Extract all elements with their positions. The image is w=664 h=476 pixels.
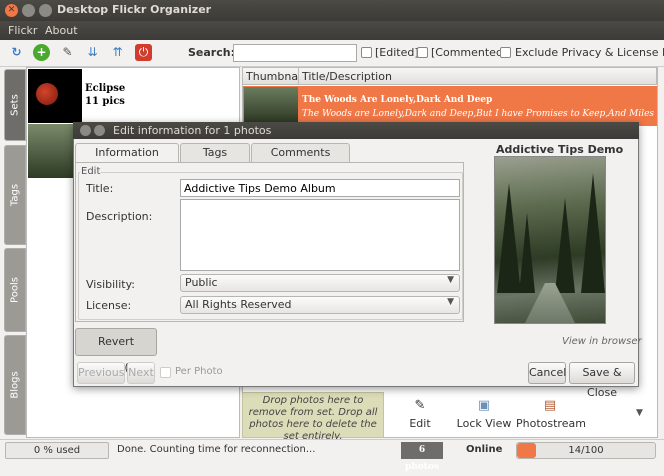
chevron-down-icon: ▼ [447, 275, 454, 285]
tab-pools-label: Pools [9, 277, 21, 303]
progress-text: 14/100 [568, 445, 604, 456]
license-select[interactable]: All Rights Reserved ▼ [180, 296, 460, 314]
revert-photos-button[interactable]: Revert Photo(s) [75, 328, 157, 374]
exclude-privacy-label: Exclude Privacy & License Info [515, 46, 664, 59]
dialog-close-button[interactable] [80, 125, 91, 136]
license-label: License: [86, 299, 132, 312]
view-in-browser-link[interactable]: View in browser [562, 336, 642, 347]
more-tools-arrow-icon[interactable]: ▼ [636, 408, 643, 418]
progress-bar: 14/100 [516, 442, 656, 459]
tab-pools[interactable]: Pools [4, 248, 26, 332]
side-tabs: Sets Tags Pools Blogs [2, 67, 26, 438]
tab-blogs[interactable]: Blogs [4, 335, 26, 435]
photostream-label: Photostream [516, 417, 586, 430]
sort-up-icon[interactable]: ⇈ [109, 44, 126, 61]
window-close-button[interactable]: ✕ [5, 4, 18, 17]
lock-view-icon: ▣ [477, 398, 491, 413]
usage-indicator: 0 % used [5, 442, 109, 459]
tab-blogs-label: Blogs [9, 371, 21, 399]
per-photo-label: Per Photo [175, 366, 223, 377]
license-value: All Rights Reserved [185, 298, 292, 311]
tab-sets-label: Sets [9, 94, 21, 116]
sort-down-icon[interactable]: ⇊ [84, 44, 101, 61]
edited-filter-label: [Edited] [375, 46, 419, 59]
chevron-down-icon: ▼ [447, 297, 454, 307]
connection-status: Online [466, 444, 503, 455]
set-count: 11 pics [85, 96, 125, 107]
drop-zone[interactable]: Drop photos here to remove from set. Dro… [242, 392, 384, 442]
title-label: Title: [86, 182, 114, 195]
edit-pencil-icon: ✎ [414, 398, 426, 413]
previous-button[interactable]: Previous [77, 362, 125, 384]
description-label: Description: [86, 210, 153, 223]
edit-pencil-icon[interactable]: ✎ [59, 44, 76, 61]
edit-tool-label: Edit [409, 417, 431, 430]
cancel-button[interactable]: Cancel [528, 362, 566, 384]
tab-information[interactable]: Information [75, 143, 179, 163]
toolbar: ↻ + ✎ ⇊ ⇈ ⏻ Search: [Edited] [Commented]… [0, 40, 664, 67]
add-icon[interactable]: + [33, 44, 50, 61]
photostream-icon: ▤ [543, 398, 557, 413]
lock-view-label: Lock View [456, 417, 512, 430]
edit-tool-button[interactable]: ✎ Edit [404, 398, 436, 430]
tab-sets[interactable]: Sets [4, 69, 26, 141]
visibility-select[interactable]: Public ▼ [180, 274, 460, 292]
search-input[interactable] [233, 44, 357, 62]
tab-tags[interactable]: Tags [4, 145, 26, 245]
photo-preview [494, 156, 606, 324]
visibility-label: Visibility: [86, 278, 136, 291]
tab-tags-label: Tags [9, 183, 21, 207]
tab-tags-dialog[interactable]: Tags [180, 143, 250, 162]
photo-count-badge: 6 photos [401, 442, 443, 472]
set-name[interactable]: Eclipse [85, 83, 125, 94]
column-header-thumbnail[interactable]: Thumbnail [243, 68, 304, 85]
exclude-privacy-checkbox[interactable] [500, 47, 511, 58]
menu-flickr[interactable]: Flickr [8, 24, 37, 37]
eclipse-image [36, 83, 58, 105]
row-description: The Woods are Lonely,Dark and Deep,But I… [302, 109, 656, 119]
status-message: Done. Counting time for reconnection... [117, 444, 316, 455]
edited-filter-checkbox[interactable] [361, 47, 372, 58]
window-title: Desktop Flickr Organizer [57, 3, 212, 16]
edit-frame-label: Edit [80, 166, 102, 177]
refresh-icon[interactable]: ↻ [8, 44, 25, 61]
set-thumbnail-eclipse[interactable] [28, 69, 82, 123]
dialog-title: Edit information for 1 photos [113, 124, 272, 137]
menu-about[interactable]: About [45, 24, 78, 37]
visibility-value: Public [185, 276, 218, 289]
title-input[interactable] [180, 179, 460, 197]
photostream-button[interactable]: ▤ Photostream [516, 398, 586, 430]
quit-icon[interactable]: ⏻ [135, 44, 152, 61]
table-row-selected[interactable] [243, 86, 657, 126]
dialog-minimize-button[interactable] [94, 125, 105, 136]
tab-comments[interactable]: Comments [251, 143, 350, 162]
commented-filter-label: [Commented] [431, 46, 508, 59]
column-header-title[interactable]: Title/Description [299, 68, 657, 85]
per-photo-checkbox[interactable] [160, 367, 171, 378]
commented-filter-checkbox[interactable] [417, 47, 428, 58]
window-minimize-button[interactable] [22, 4, 35, 17]
lock-view-button[interactable]: ▣ Lock View [456, 398, 512, 430]
menu-bar: Flickr About [0, 21, 664, 40]
save-close-button[interactable]: Save & Close [569, 362, 635, 399]
row-thumbnail [244, 87, 298, 125]
row-title: The Woods Are Lonely,Dark And Deep [302, 95, 493, 105]
description-textarea[interactable] [180, 199, 460, 271]
search-label: Search: [188, 46, 235, 59]
next-button[interactable]: Next [127, 362, 155, 384]
window-maximize-button[interactable] [39, 4, 52, 17]
